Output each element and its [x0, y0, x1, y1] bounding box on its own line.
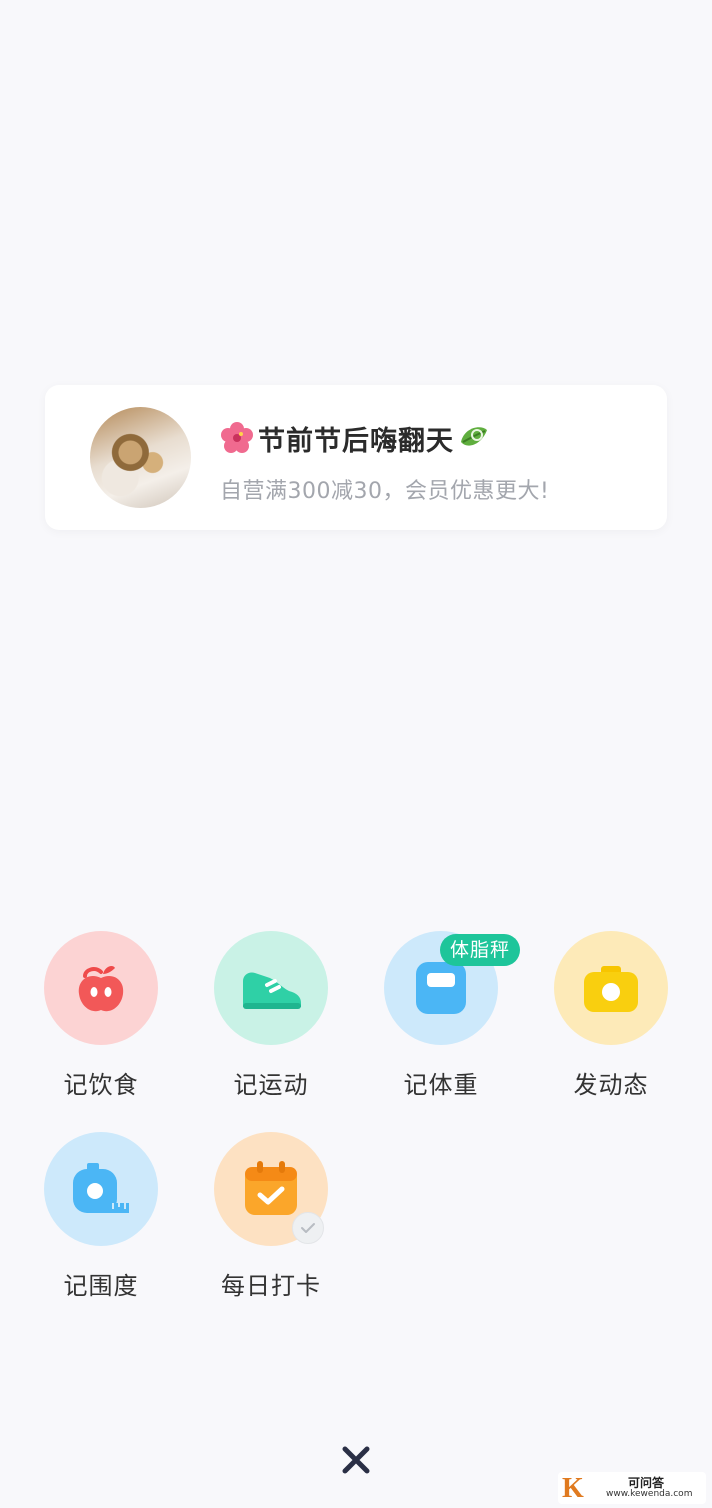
daily-checkin-label: 每日打卡 [221, 1272, 321, 1300]
checkin-status-icon [292, 1212, 324, 1244]
apple-icon [78, 966, 124, 1012]
close-icon [342, 1446, 370, 1474]
watermark-url: www.kewenda.com [606, 1489, 693, 1499]
promo-title-row: 节前节后嗨翻天 [220, 421, 490, 457]
log-exercise-label: 记运动 [233, 1071, 309, 1099]
daily-checkin-circle [214, 1132, 328, 1246]
post-moment-button[interactable]: 发动态 [531, 931, 691, 1100]
watermark-logo: K [562, 1473, 584, 1504]
log-measurement-label: 记围度 [63, 1272, 139, 1300]
leaf-icon [461, 427, 487, 446]
scale-icon [416, 962, 466, 1014]
post-moment-label: 发动态 [573, 1071, 649, 1099]
hibiscus-icon [221, 422, 253, 453]
daily-checkin-button[interactable]: 每日打卡 [191, 1132, 351, 1301]
log-diet-circle [44, 931, 158, 1045]
promo-card[interactable]: 节前节后嗨翻天 自营满300减30，会员优惠更大! [45, 385, 667, 530]
close-button[interactable] [336, 1440, 376, 1480]
log-diet-label: 记饮食 [63, 1071, 139, 1099]
tape-measure-icon [73, 1163, 129, 1213]
camera-icon [584, 966, 638, 1012]
sneaker-icon [243, 972, 301, 1009]
body-fat-scale-badge[interactable]: 体脂秤 [440, 934, 521, 966]
log-measurement-circle [44, 1132, 158, 1246]
promo-title: 节前节后嗨翻天 [258, 425, 454, 457]
post-moment-circle [554, 931, 668, 1045]
log-diet-button[interactable]: 记饮食 [21, 931, 181, 1100]
log-weight-label: 记体重 [403, 1071, 479, 1099]
calendar-check-icon [245, 1161, 297, 1215]
promo-image [90, 407, 191, 508]
log-measurement-button[interactable]: 记围度 [21, 1132, 181, 1301]
promo-subtitle: 自营满300减30，会员优惠更大! [220, 479, 550, 504]
watermark: K 可问答 www.kewenda.com [558, 1472, 706, 1504]
log-exercise-button[interactable]: 记运动 [191, 931, 351, 1100]
log-exercise-circle [214, 931, 328, 1045]
